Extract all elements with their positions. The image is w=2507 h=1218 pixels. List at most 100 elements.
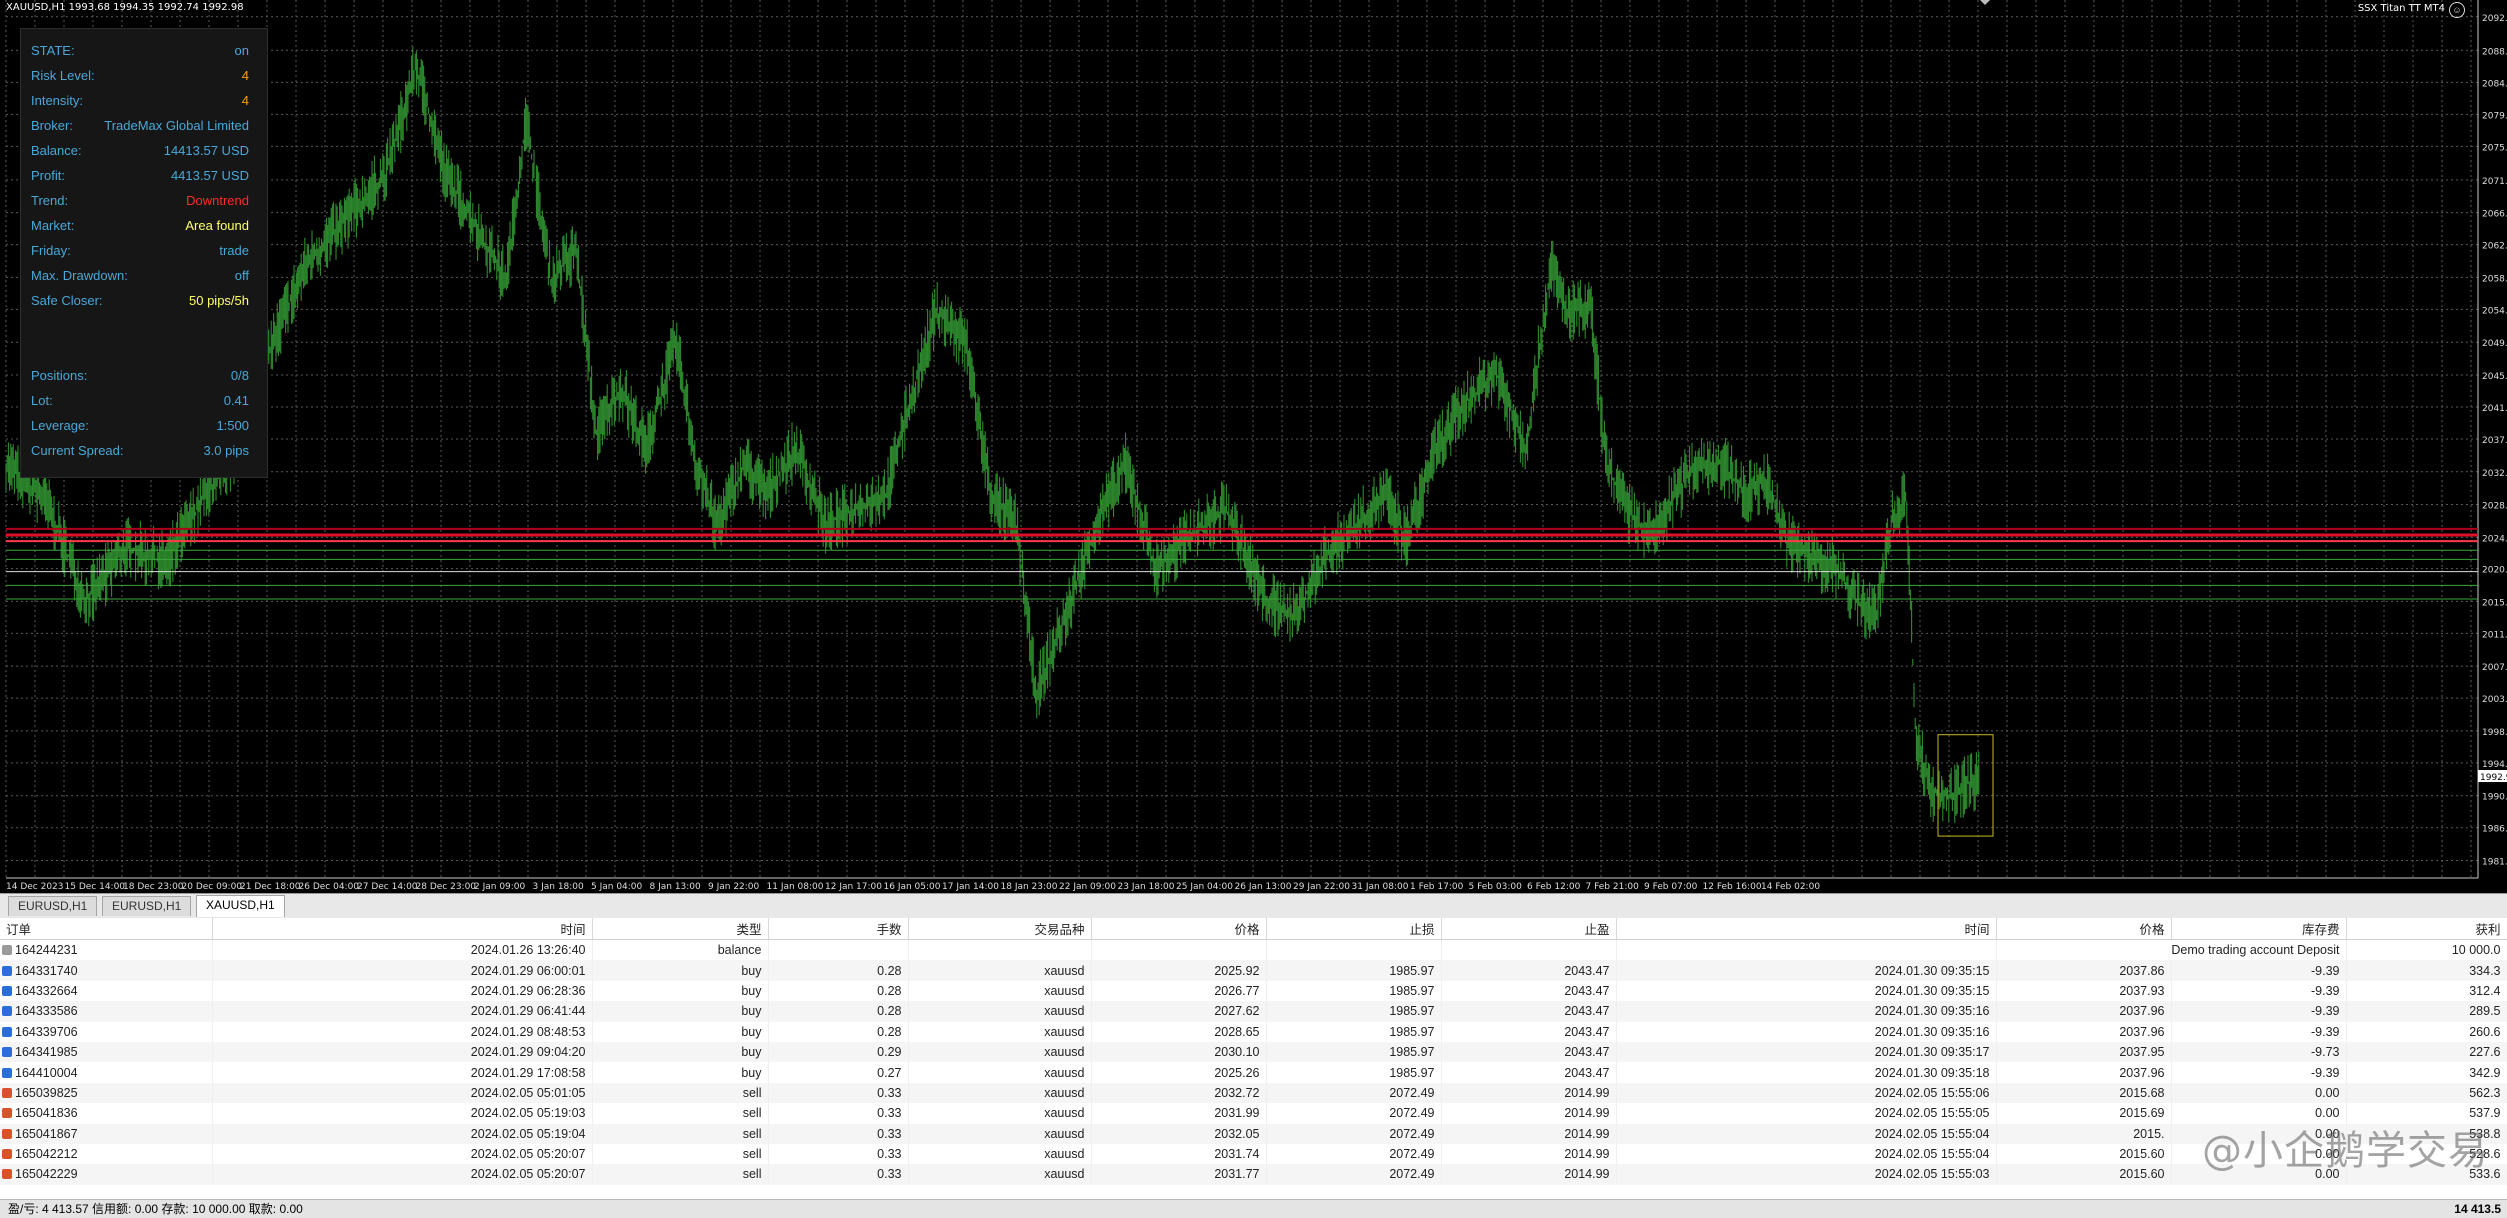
column-header[interactable]: 止损 bbox=[1266, 918, 1442, 940]
history-cell: 0.28 bbox=[768, 960, 909, 981]
time-axis-label: 2 Jan 09:00 bbox=[474, 882, 526, 892]
price-axis-label: 2054.2 bbox=[2482, 306, 2507, 316]
history-cell: -9.39 bbox=[2171, 1062, 2347, 1083]
time-axis-label: 21 Dec 18:00 bbox=[240, 882, 301, 892]
history-cell: 2037.86 bbox=[1996, 960, 2172, 981]
column-header[interactable]: 手数 bbox=[768, 918, 909, 940]
history-cell: 2024.01.30 09:35:15 bbox=[1616, 960, 1997, 981]
history-cell: 2037.96 bbox=[1996, 1062, 2172, 1083]
history-row[interactable]: 164332664 2024.01.29 06:28:36 buy 0.28 xauus… bbox=[0, 980, 2507, 1002]
history-cell: -9.39 bbox=[2171, 1021, 2347, 1042]
sell-order-icon bbox=[2, 1108, 12, 1119]
sell-order-icon bbox=[2, 1169, 12, 1180]
column-header[interactable]: 时间 bbox=[1616, 918, 1997, 940]
history-cell: 0.33 bbox=[768, 1164, 909, 1185]
column-header[interactable]: 获利 bbox=[2346, 918, 2507, 940]
info-label: Leverage: bbox=[31, 418, 89, 433]
history-cell: 227.6 bbox=[2346, 1041, 2507, 1063]
info-row: Leverage: 1:500 bbox=[31, 416, 249, 436]
history-cell: 1985.97 bbox=[1266, 1041, 1442, 1063]
history-cell: 2031.77 bbox=[1091, 1164, 1267, 1185]
history-cell: 10 000.0 bbox=[2346, 939, 2507, 961]
info-row: Risk Level: 4 bbox=[31, 66, 249, 86]
history-row[interactable]: 165041836 2024.02.05 05:19:03 sell 0.33 xauu… bbox=[0, 1103, 2507, 1124]
history-cell: 2024.01.30 09:35:18 bbox=[1616, 1062, 1997, 1083]
time-axis-label: 26 Jan 13:00 bbox=[1235, 882, 1292, 892]
history-cell: -9.39 bbox=[2171, 960, 2347, 981]
history-cell: 2014.99 bbox=[1441, 1164, 1617, 1185]
history-cell: 0.29 bbox=[768, 1041, 909, 1063]
history-row[interactable]: 165042229 2024.02.05 05:20:07 sell 0.33 xauu… bbox=[0, 1164, 2507, 1185]
history-cell: 2024.02.05 15:55:06 bbox=[1616, 1082, 1997, 1104]
tab-chart-1[interactable]: EURUSD,H1 bbox=[102, 896, 192, 916]
history-row[interactable]: 164331740 2024.01.29 06:00:01 buy 0.28 xauus… bbox=[0, 960, 2507, 981]
time-axis-label: 5 Feb 03:00 bbox=[1469, 882, 1523, 892]
history-cell: buy bbox=[592, 1062, 769, 1083]
history-cell: 2031.99 bbox=[1091, 1103, 1267, 1124]
ticket-number: 165042229 bbox=[15, 1167, 78, 1182]
chart-canvas: 2092.6 2088.2 2084.0 2079.8 2075.6 2071.2 2066… bbox=[0, 0, 2507, 893]
column-header[interactable]: 订单 bbox=[0, 918, 213, 940]
history-cell: balance bbox=[592, 939, 769, 961]
info-value: 0.41 bbox=[223, 393, 249, 408]
price-axis-label: 2062.7 bbox=[2482, 242, 2507, 252]
info-label: Intensity: bbox=[31, 93, 84, 108]
info-value: 14413.57 USD bbox=[163, 143, 249, 158]
history-row[interactable]: 164333586 2024.01.29 06:41:44 buy 0.28 xauus… bbox=[0, 1001, 2507, 1022]
column-header[interactable]: 库存费 bbox=[2171, 918, 2347, 940]
time-axis-label: 15 Dec 14:00 bbox=[65, 882, 126, 892]
price-axis-label: 2028.6 bbox=[2482, 502, 2507, 512]
column-header[interactable]: 交易品种 bbox=[908, 918, 1092, 940]
history-row[interactable]: 164410004 2024.01.29 17:08:58 buy 0.27 xauus… bbox=[0, 1062, 2507, 1083]
history-table: 订单 时间 类型 手数 交易品种 价格 止损 止盈 时间 价格 库存费 获利 164244231 202… bbox=[0, 918, 2507, 1185]
history-cell: 0.33 bbox=[768, 1123, 909, 1144]
history-cell: 2024.02.05 15:55:03 bbox=[1616, 1164, 1997, 1185]
history-cell: 2014.99 bbox=[1441, 1103, 1617, 1124]
history-cell: 2014.99 bbox=[1441, 1123, 1617, 1144]
history-cell: 342.9 bbox=[2346, 1062, 2507, 1083]
time-axis-label: 12 Jan 17:00 bbox=[825, 882, 882, 892]
time-axis-label: 27 Dec 14:00 bbox=[357, 882, 418, 892]
history-cell: 2030.10 bbox=[1091, 1041, 1267, 1063]
price-axis-label: 1990.4 bbox=[2482, 793, 2507, 803]
column-header[interactable]: 止盈 bbox=[1441, 918, 1617, 940]
history-cell: 2024.02.05 15:55:05 bbox=[1616, 1103, 1997, 1124]
history-row[interactable]: 164341985 2024.01.29 09:04:20 buy 0.29 xauus… bbox=[0, 1041, 2507, 1063]
tab-chart-0[interactable]: EURUSD,H1 bbox=[8, 896, 98, 916]
ticket-number: 164333586 bbox=[15, 1004, 78, 1019]
history-cell: sell bbox=[592, 1143, 769, 1165]
history-cell: xauusd bbox=[908, 1041, 1092, 1063]
history-row[interactable]: 164339706 2024.01.29 08:48:53 buy 0.28 xauus… bbox=[0, 1021, 2507, 1042]
history-cell: 2014.99 bbox=[1441, 1143, 1617, 1165]
column-header[interactable]: 价格 bbox=[1996, 918, 2172, 940]
column-header[interactable]: 价格 bbox=[1091, 918, 1267, 940]
price-axis-label: 2084.0 bbox=[2482, 79, 2507, 89]
column-header[interactable]: 时间 bbox=[212, 918, 593, 940]
history-row[interactable]: 165039825 2024.02.05 05:01:05 sell 0.33 xauu… bbox=[0, 1082, 2507, 1104]
buy-order-icon bbox=[2, 1006, 12, 1017]
history-row[interactable]: 164244231 2024.01.26 13:26:40 balance Demo … bbox=[0, 939, 2507, 961]
price-axis-label: 2041.4 bbox=[2482, 404, 2507, 414]
history-cell: 2024.01.29 17:08:58 bbox=[212, 1062, 593, 1083]
history-row[interactable]: 165041867 2024.02.05 05:19:04 sell 0.33 xauu… bbox=[0, 1123, 2507, 1144]
price-axis-label: 2075.6 bbox=[2482, 143, 2507, 153]
tab-chart-2[interactable]: XAUUSD,H1 bbox=[196, 895, 285, 917]
buy-order-icon bbox=[2, 1047, 12, 1058]
price-axis-label: 2058.4 bbox=[2482, 274, 2507, 284]
history-cell: 2014.99 bbox=[1441, 1082, 1617, 1104]
history-cell: 2024.01.29 06:00:01 bbox=[212, 960, 593, 981]
history-cell: 2043.47 bbox=[1441, 980, 1617, 1002]
history-row[interactable]: 165042212 2024.02.05 05:20:07 sell 0.33 xauu… bbox=[0, 1143, 2507, 1165]
info-row: Safe Closer: 50 pips/5h bbox=[31, 291, 249, 311]
price-chart[interactable]: 2092.6 2088.2 2084.0 2079.8 2075.6 2071.2 2066… bbox=[0, 0, 2507, 893]
info-value: 4413.57 USD bbox=[170, 168, 249, 183]
ticket-number: 165039825 bbox=[15, 1085, 78, 1100]
ticket-number: 164410004 bbox=[15, 1065, 78, 1080]
history-cell: buy bbox=[592, 960, 769, 981]
time-axis-label: 17 Jan 14:00 bbox=[942, 882, 999, 892]
price-axis-label: 2045.6 bbox=[2482, 372, 2507, 382]
history-cell: 2015.68 bbox=[1996, 1082, 2172, 1104]
column-header[interactable]: 类型 bbox=[592, 918, 769, 940]
info-label: Friday: bbox=[31, 243, 71, 258]
history-cell: 2072.49 bbox=[1266, 1123, 1442, 1144]
